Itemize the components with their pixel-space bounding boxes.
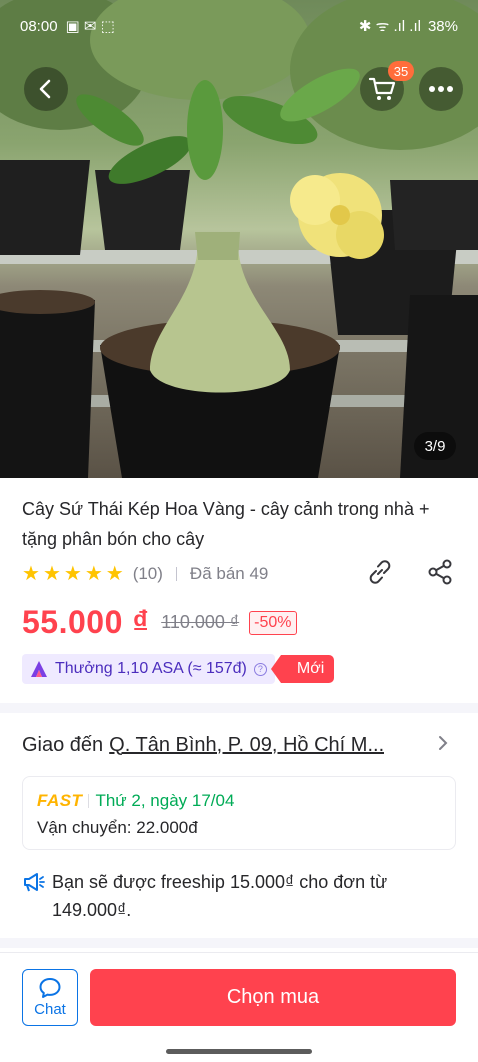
share-actions (364, 556, 456, 588)
star-icon: ★ (63, 563, 82, 585)
delivery-address[interactable]: Q. Tân Bình, P. 09, Hồ Chí M... (109, 734, 384, 757)
product-title: Cây Sứ Thái Kép Hoa Vàng - cây cảnh tron… (22, 499, 430, 549)
notification-icons: ▣ ✉ ⬚ (65, 18, 115, 35)
select-buy-button[interactable]: Chọn mua (90, 969, 456, 1026)
battery-level: 38% (427, 17, 458, 35)
status-bar: 08:00 ▣ ✉ ⬚ ✱ ᯤ .ıl .ıl 38% (0, 0, 478, 52)
cart-icon (368, 77, 396, 100)
back-button[interactable] (24, 67, 68, 111)
divider (175, 567, 177, 581)
asa-logo-icon (31, 661, 47, 677)
freeship-text-line1: Bạn sẽ được freeship 15.000₫ cho đơn từ (52, 872, 388, 892)
new-badge: Mới (270, 655, 335, 683)
reward-row[interactable]: Thưởng 1,10 ASA (≈ 157đ) ? Mới (22, 654, 335, 684)
discount-badge: -50% (249, 610, 297, 635)
help-icon[interactable]: ? (253, 662, 267, 676)
product-image-carousel[interactable]: 08:00 ▣ ✉ ⬚ ✱ ᯤ .ıl .ıl 38% 35 3/9 (0, 0, 478, 478)
section-divider (0, 703, 478, 713)
sold-count: Đã bán 49 (189, 564, 269, 583)
fast-badge: FAST (37, 791, 83, 810)
star-icon: ★ (42, 563, 61, 585)
current-price: 55.000 ₫ (22, 604, 150, 640)
chat-bubble-icon (39, 978, 61, 998)
star-icon: ★ (84, 563, 103, 585)
more-dots-icon (429, 86, 453, 92)
divider (88, 794, 90, 808)
rating-count: (10) (132, 564, 163, 583)
link-icon (369, 560, 391, 584)
cart-count-badge: 35 (388, 61, 414, 81)
delivery-address-row[interactable]: Giao đến Q. Tân Bình, P. 09, Hồ Chí M... (22, 730, 458, 760)
original-price: 110.000 ₫ (161, 612, 240, 632)
freeship-notice: Bạn sẽ được freeship 15.000₫ cho đơn từ … (22, 868, 458, 924)
freeship-text-line2: 149.000₫. (52, 900, 132, 920)
star-icon: ★ (22, 563, 40, 585)
signal-icons: ✱ ᯤ .ıl .ıl (358, 18, 421, 35)
delivery-label: Giao đến (22, 733, 104, 756)
status-time: 08:00 (20, 17, 58, 35)
rating-row[interactable]: ★ ★ ★ ★ ★ (10) Đã bán 49 (22, 560, 268, 588)
delivery-date: Thứ 2, ngày 17/04 (95, 791, 235, 810)
arrow-left-icon (39, 79, 51, 99)
home-indicator (166, 1049, 312, 1054)
share-button[interactable] (424, 556, 456, 588)
chat-button[interactable]: Chat (22, 969, 78, 1026)
shipping-info-card: FAST Thứ 2, ngày 17/04 Vận chuyển: 22.00… (22, 776, 456, 850)
megaphone-icon (24, 873, 45, 892)
copy-link-button[interactable] (364, 556, 396, 588)
chat-label: Chat (34, 1001, 66, 1018)
chevron-right-icon (439, 736, 448, 750)
bottom-action-bar: Chat Chọn mua (0, 952, 478, 1040)
reward-text: Thưởng 1,10 ASA (≈ 157đ) (55, 660, 247, 677)
image-counter: 3/9 (414, 432, 456, 460)
share-icon (428, 559, 452, 585)
section-divider (0, 938, 478, 948)
price-row: 55.000 ₫ 110.000 ₫ -50% (22, 604, 297, 641)
star-icon: ★ (105, 563, 124, 585)
shipping-fee: Vận chuyển: 22.000đ (37, 818, 198, 837)
asa-reward[interactable]: Thưởng 1,10 ASA (≈ 157đ) ? (22, 654, 275, 684)
cart-button[interactable]: 35 (360, 61, 414, 111)
more-options-button[interactable] (419, 67, 463, 111)
